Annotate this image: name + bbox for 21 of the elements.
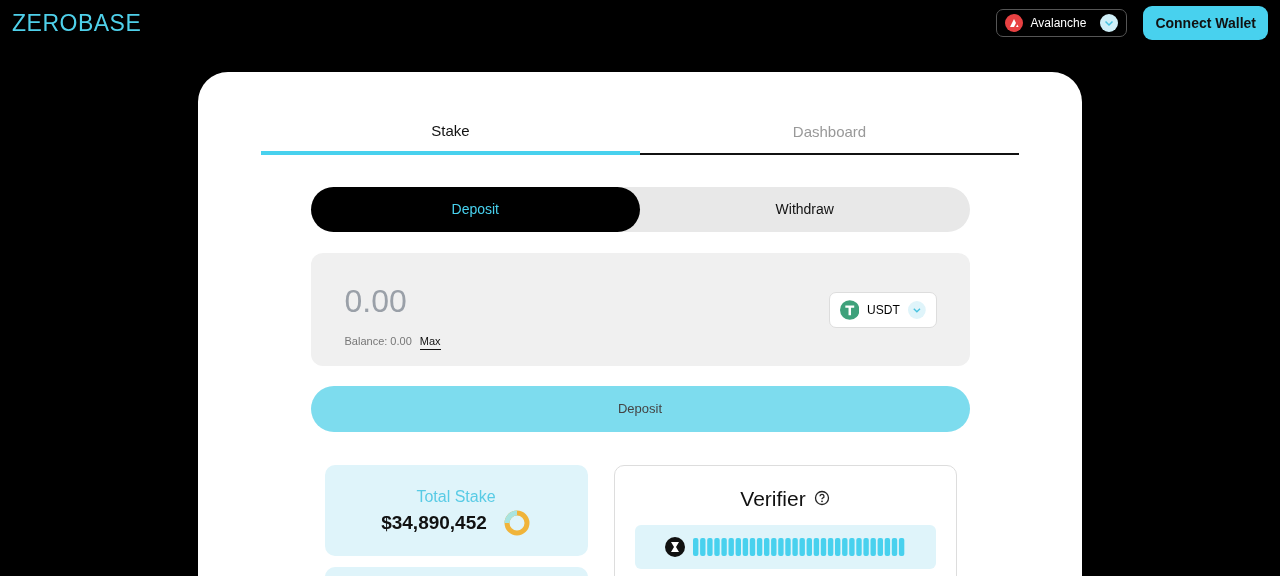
help-icon: [813, 490, 830, 507]
mode-tab[interactable]: Withdraw: [640, 186, 970, 232]
tab[interactable]: Stake: [261, 114, 640, 155]
donut-icon: [502, 508, 531, 537]
token-icon: [839, 298, 860, 321]
stat-value: $34,890,452: [381, 510, 487, 535]
mountain-logo-icon: [1004, 14, 1023, 32]
balance-text: Balance: 0.00: [344, 334, 412, 349]
chevron-down-icon: [1100, 14, 1119, 32]
verifier-title: Verifier: [740, 485, 806, 512]
network-selector[interactable]: Avalanche: [995, 9, 1128, 37]
chevron-down-icon: [907, 299, 926, 320]
connect-wallet-button[interactable]: Connect Wallet: [1143, 6, 1268, 40]
mode-tab[interactable]: Deposit: [310, 186, 640, 232]
logo: ZEROBASE: [12, 8, 142, 38]
amount-field[interactable]: 0.00: [344, 276, 545, 325]
stat-label: Total Stake: [415, 486, 497, 507]
deposit-button[interactable]: Deposit: [310, 385, 970, 432]
max-link[interactable]: Max: [419, 332, 441, 350]
hourglass-icon: [665, 537, 685, 557]
token-selector[interactable]: USDT: [828, 291, 937, 328]
